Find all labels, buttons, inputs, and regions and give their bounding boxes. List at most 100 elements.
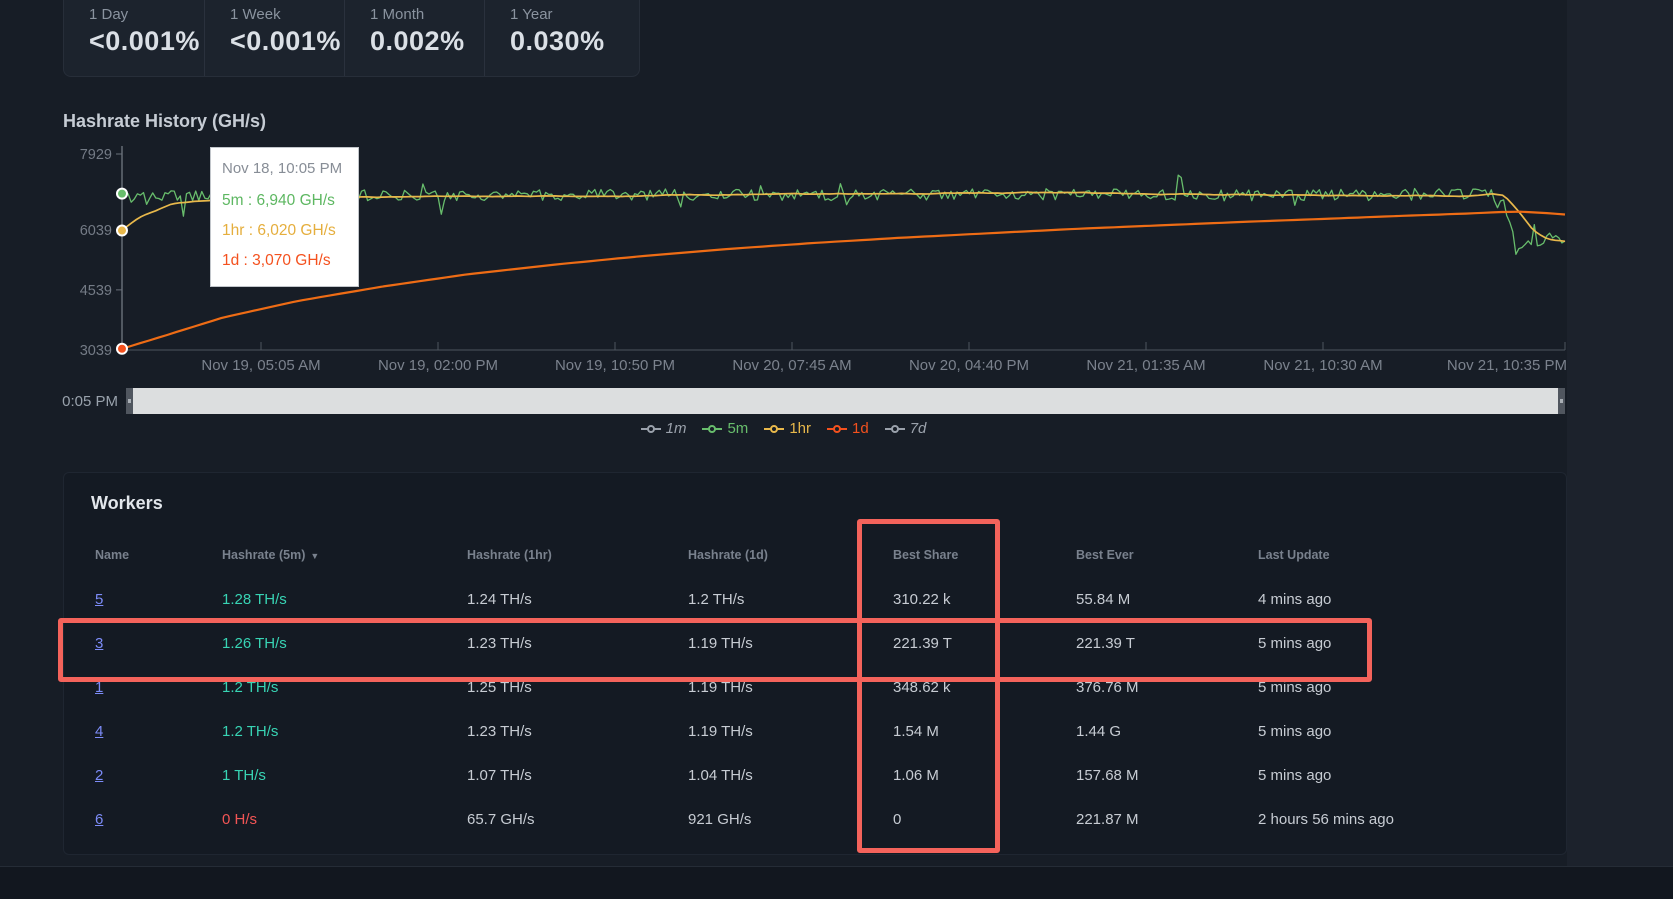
worker-cell-best_ever: 55.84 M	[1076, 591, 1131, 608]
column-header-h5m[interactable]: Hashrate (5m) ▼	[222, 548, 319, 562]
stat-value: <0.001%	[89, 26, 200, 56]
worker-cell-h5m: 1.28 TH/s	[222, 591, 287, 608]
worker-cell-last_update: 4 mins ago	[1258, 591, 1332, 608]
x-tick-label: Nov 21, 10:35 PM	[1447, 357, 1567, 374]
worker-cell-name: 6	[95, 811, 103, 828]
hover-dot-1hr	[116, 224, 128, 237]
slider-right-handle[interactable]	[1558, 388, 1565, 414]
tooltip-1hr-value: 1hr : 6,020 GH/s	[222, 222, 336, 239]
legend-label: 5m	[727, 420, 749, 437]
worker-link-5[interactable]: 5	[95, 591, 103, 608]
worker-cell-last_update: 5 mins ago	[1258, 679, 1332, 696]
worker-cell-h1d: 1.19 TH/s	[688, 635, 753, 652]
column-header-name[interactable]: Name	[95, 548, 129, 562]
worker-cell-h1d: 1.19 TH/s	[688, 723, 753, 740]
worker-cell-best_ever: 376.76 M	[1076, 679, 1139, 696]
worker-cell-last_update: 5 mins ago	[1258, 767, 1332, 784]
x-tick-label: Nov 19, 10:50 PM	[555, 357, 675, 374]
worker-cell-last_update: 5 mins ago	[1258, 723, 1332, 740]
stat-label: 1 Month	[370, 6, 425, 23]
y-tick-label: 7929	[80, 147, 112, 163]
worker-link-2[interactable]: 2	[95, 767, 103, 784]
legend-toggle-7d[interactable]: 7d	[884, 420, 926, 437]
worker-cell-best_ever: 1.44 G	[1076, 723, 1122, 740]
x-tick-label: Nov 21, 01:35 AM	[1086, 357, 1205, 374]
legend-label: 1m	[665, 420, 687, 437]
stat-value: <0.001%	[230, 26, 341, 56]
chart-tooltip: Nov 18, 10:05 PM 5m : 6,940 GH/s 1hr : 6…	[210, 147, 359, 287]
worker-cell-best_share: 348.62 k	[893, 679, 951, 696]
legend-series-icon	[702, 424, 723, 433]
column-header-best_share[interactable]: Best Share	[893, 548, 958, 562]
worker-link-3[interactable]: 3	[95, 635, 103, 652]
stat-card-1-month: 1 Month 0.002%	[344, 0, 484, 76]
legend-label: 1d	[852, 420, 869, 437]
worker-cell-h1hr: 65.7 GH/s	[467, 811, 535, 828]
x-tick-label: Nov 20, 04:40 PM	[909, 357, 1029, 374]
worker-link-6[interactable]: 6	[95, 811, 103, 828]
tooltip-5m-value: 5m : 6,940 GH/s	[222, 192, 335, 209]
footer-bar	[0, 866, 1673, 899]
worker-cell-best_share: 1.06 M	[893, 767, 939, 784]
column-header-h1d[interactable]: Hashrate (1d)	[688, 548, 768, 562]
stat-label: 1 Year	[510, 6, 553, 23]
worker-cell-h5m: 1 TH/s	[222, 767, 266, 784]
chart-title: Hashrate History (GH/s)	[63, 110, 267, 131]
time-range-slider[interactable]	[126, 388, 1565, 414]
legend-toggle-1hr[interactable]: 1hr	[764, 420, 811, 437]
stat-label: 1 Week	[230, 6, 281, 23]
worker-cell-best_share: 1.54 M	[893, 723, 939, 740]
page: 1 Day <0.001% 1 Week <0.001% 1 Month 0.002% 1 …	[0, 0, 1673, 899]
worker-cell-last_update: 5 mins ago	[1258, 635, 1332, 652]
worker-cell-name: 4	[95, 723, 103, 740]
worker-cell-h5m: 0 H/s	[222, 811, 258, 828]
column-header-h1hr[interactable]: Hashrate (1hr)	[467, 548, 552, 562]
column-header-last_update[interactable]: Last Update	[1258, 548, 1330, 562]
worker-cell-last_update: 2 hours 56 mins ago	[1258, 811, 1394, 828]
worker-link-1[interactable]: 1	[95, 679, 103, 696]
worker-cell-best_share: 0	[893, 811, 902, 828]
stat-card-1-week: 1 Week <0.001%	[204, 0, 344, 76]
worker-cell-h1d: 1.19 TH/s	[688, 679, 753, 696]
worker-cell-best_share: 310.22 k	[893, 591, 951, 608]
worker-cell-h1hr: 1.23 TH/s	[467, 723, 532, 740]
x-tick-label: Nov 20, 07:45 AM	[732, 357, 851, 374]
legend-toggle-1d[interactable]: 1d	[827, 420, 869, 437]
hover-dot-1d	[116, 342, 128, 355]
legend-label: 1hr	[789, 420, 811, 437]
stat-card-1-year: 1 Year 0.030%	[484, 0, 640, 76]
y-tick-label: 4539	[80, 283, 112, 299]
legend-series-icon	[764, 424, 785, 433]
worker-cell-h1d: 1.04 TH/s	[688, 767, 753, 784]
legend-toggle-5m[interactable]: 5m	[702, 420, 748, 437]
chart-legend: 1m 5m 1hr 1d 7d	[0, 420, 1567, 439]
column-header-best_ever[interactable]: Best Ever	[1076, 548, 1134, 562]
stat-label: 1 Day	[89, 6, 129, 23]
legend-series-icon	[640, 424, 661, 433]
worker-cell-name: 2	[95, 767, 103, 784]
worker-cell-h1hr: 1.25 TH/s	[467, 679, 532, 696]
worker-cell-h1hr: 1.23 TH/s	[467, 635, 532, 652]
x-tick-label: Nov 19, 02:00 PM	[378, 357, 498, 374]
worker-cell-best_ever: 221.87 M	[1076, 811, 1139, 828]
legend-series-icon	[827, 424, 847, 433]
stat-value: 0.030%	[510, 26, 605, 56]
stat-value: 0.002%	[370, 26, 465, 56]
worker-cell-name: 3	[95, 635, 103, 652]
legend-series-icon	[884, 424, 905, 433]
worker-cell-best_ever: 157.68 M	[1076, 767, 1139, 784]
worker-cell-best_ever: 221.39 T	[1076, 635, 1135, 652]
y-tick-label: 3039	[80, 343, 112, 359]
legend-toggle-1m[interactable]: 1m	[640, 420, 687, 437]
worker-cell-best_share: 221.39 T	[893, 635, 952, 652]
workers-panel: Workers Name Hashrate (5m) ▼ Hashrate (1hr)…	[63, 472, 1567, 855]
worker-link-4[interactable]: 4	[95, 723, 103, 740]
worker-cell-h1d: 1.2 TH/s	[688, 591, 745, 608]
y-tick-label: 6039	[80, 223, 112, 239]
hover-dot-5m	[116, 187, 128, 200]
tooltip-date: Nov 18, 10:05 PM	[222, 160, 343, 177]
stat-card-1-day: 1 Day <0.001%	[64, 0, 204, 76]
slider-left-handle[interactable]	[126, 388, 133, 414]
worker-cell-name: 5	[95, 591, 103, 608]
worker-cell-name: 1	[95, 679, 103, 696]
